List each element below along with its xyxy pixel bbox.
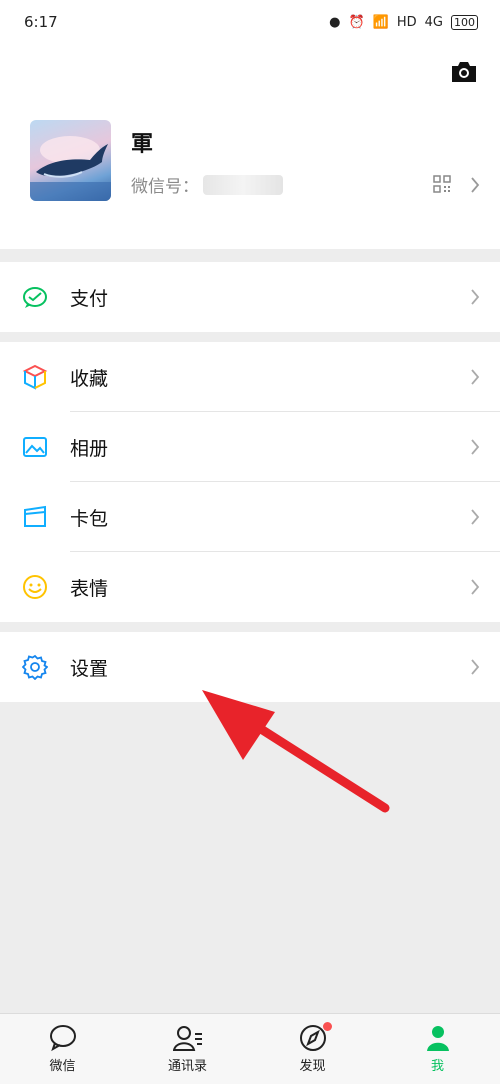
menu-label-cards: 卡包 [70,507,109,530]
chevron-right-icon [471,579,480,595]
qr-code-icon[interactable] [433,175,451,193]
avatar[interactable] [30,120,111,201]
chevron-right-icon [471,659,480,675]
nickname: 軍 [131,132,154,157]
menu-label-pay: 支付 [70,287,109,310]
tab-label-contacts: 通讯录 [167,1059,207,1074]
menu-item-settings[interactable]: 设置 [0,632,500,702]
menu-item-stickers[interactable]: 表情 [0,552,500,622]
tab-discover[interactable]: 发现 [250,1014,375,1084]
menu-label-album: 相册 [70,437,109,460]
chevron-right-icon [471,509,480,525]
wallet-check-icon [23,287,47,308]
menu-label-settings: 设置 [70,657,109,680]
status-bar: 6:17 ● ⏰ 📶 HD 4G 100 [0,0,500,44]
wifi-icon: 📶 [372,14,389,30]
dot-icon: ● [329,14,341,30]
tab-label-chats: 微信 [49,1059,76,1074]
status-icons: ● ⏰ 📶 HD 4G 100 [329,14,478,30]
menu-label-favorites: 收藏 [70,367,109,390]
alarm-icon: ⏰ [348,14,365,30]
bottom-tab-bar: 微信 通讯录 发现 我 [0,1013,500,1084]
menu-item-favorites[interactable]: 收藏 [0,342,500,412]
tab-chats[interactable]: 微信 [0,1014,125,1084]
gear-icon [22,654,48,680]
services-group: 收藏 相册 卡包 表情 [0,342,500,622]
battery-icon: 100 [451,14,478,30]
tab-me[interactable]: 我 [375,1014,500,1084]
person-icon [426,1026,449,1051]
menu-item-cards[interactable]: 卡包 [0,482,500,552]
camera-icon[interactable] [450,60,478,84]
status-time: 6:17 [24,13,58,31]
contacts-icon [172,1026,202,1051]
tab-label-me: 我 [430,1059,444,1074]
menu-label-stickers: 表情 [70,577,109,600]
tab-label-discover: 发现 [299,1059,326,1074]
cube-icon [22,364,48,390]
whale-illustration [30,136,111,201]
settings-group: 设置 [0,632,500,702]
wechat-id-row: 微信号： █████ [131,172,283,197]
wechat-id-label: 微信号： [131,177,199,197]
tab-contacts[interactable]: 通讯录 [125,1014,250,1084]
chevron-right-icon [471,439,480,455]
wechat-id-value-blurred: █████ [203,174,283,195]
profile-header[interactable]: 軍 微信号： █████ [0,44,500,249]
chevron-right-icon [471,177,480,193]
chat-bubble-icon [49,1025,76,1052]
pay-group: 支付 [0,262,500,332]
menu-item-pay[interactable]: 支付 [0,262,500,332]
notification-dot-icon [322,1022,332,1031]
chevron-right-icon [471,369,480,385]
card-wallet-icon [24,505,46,527]
chevron-right-icon [471,289,480,305]
image-icon [23,437,47,457]
network-type: HD [396,14,417,30]
signal-label: 4G [424,14,443,30]
menu-item-album[interactable]: 相册 [0,412,500,482]
smiley-icon [23,575,47,599]
